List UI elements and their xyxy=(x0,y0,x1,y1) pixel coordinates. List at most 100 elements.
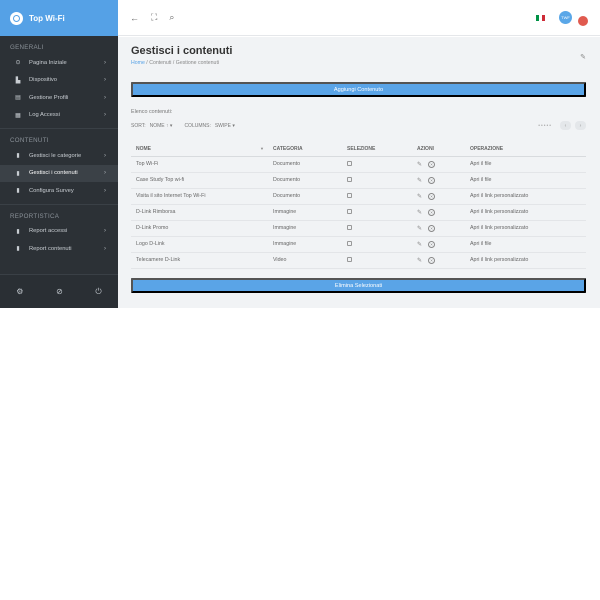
sidebar-item-label: Configura Survey xyxy=(29,187,74,194)
sidebar-menu: GENERALI ⊙ Pagina Iniziale › ▙ Dispositivo › ▤ G… xyxy=(0,36,118,258)
columns-control[interactable]: COLUMNS: SWIPE ▾ xyxy=(184,123,234,129)
edit-pencil-icon[interactable]: ✎ xyxy=(417,241,422,248)
chevron-right-icon: › xyxy=(104,112,106,119)
cell-nome: Case Study Top wi-fi xyxy=(131,172,268,189)
cell-operazione: Apri il file xyxy=(465,236,586,253)
list-controls: SORT: NOME ↑ ▾ COLUMNS: SWIPE ▾ xyxy=(131,123,235,129)
cell-nome: D-Link Promo xyxy=(131,220,268,237)
select-checkbox[interactable] xyxy=(347,209,352,215)
breadcrumb-item[interactable]: Contenuti xyxy=(149,60,171,66)
settings-icon[interactable]: ⚙ xyxy=(16,287,23,296)
chevron-right-icon: › xyxy=(104,77,106,84)
edit-pencil-icon[interactable]: ✎ xyxy=(417,257,422,264)
delete-circle-icon[interactable]: × xyxy=(428,160,436,168)
sidebar-item-label: Gestione Profili xyxy=(29,94,69,101)
device-icon: ▙ xyxy=(15,77,21,84)
sidebar-item[interactable]: ⊙ Pagina Iniziale › xyxy=(0,54,118,72)
select-checkbox[interactable] xyxy=(347,177,352,183)
col-header-selezione[interactable]: SELEZIONE xyxy=(342,142,412,157)
delete-selected-button[interactable]: Elimina Selezionati xyxy=(131,278,586,293)
table-row: D-Link Promo Immagine ✎ × Apri il link perso… xyxy=(131,220,586,237)
delete-circle-icon[interactable]: × xyxy=(428,176,436,184)
sidebar-item-label: Pagina Iniziale xyxy=(29,59,67,66)
edit-pencil-icon[interactable]: ✎ xyxy=(417,225,422,232)
fullscreen-icon[interactable]: ⛶ xyxy=(151,12,157,23)
col-header-nome[interactable]: NOME ▼ xyxy=(131,142,268,157)
table-row: D-Link Rimborsa Immagine ✎ × Apri il link pe… xyxy=(131,204,586,221)
sidebar-item[interactable]: ▦ Log Accessi › xyxy=(0,107,118,125)
prev-page-button[interactable]: ‹ xyxy=(560,121,571,130)
delete-circle-icon[interactable]: × xyxy=(428,192,436,200)
italian-flag-icon[interactable] xyxy=(536,14,545,21)
search-icon[interactable]: ⌕ xyxy=(169,12,174,23)
profile-icon: ▤ xyxy=(15,95,21,102)
power-icon[interactable]: ⏻ xyxy=(95,287,101,297)
select-checkbox[interactable] xyxy=(347,161,352,167)
sidebar-item[interactable]: ▮ Report accessi › xyxy=(0,223,118,241)
table-row: Telecamere D-Link Video ✎ × Apri il link per… xyxy=(131,252,586,269)
edit-pencil-icon[interactable]: ✎ xyxy=(417,193,422,200)
cell-azioni: ✎ × xyxy=(412,204,465,221)
select-checkbox[interactable] xyxy=(347,193,352,199)
edit-pencil-icon[interactable]: ✎ xyxy=(417,209,422,216)
select-checkbox[interactable] xyxy=(347,241,352,247)
cell-selezione xyxy=(342,188,412,205)
top-bar: ← ⛶ ⌕ TWF xyxy=(118,0,600,36)
delete-circle-icon[interactable]: × xyxy=(428,256,436,264)
lock-icon[interactable]: ⊘ xyxy=(56,287,63,296)
cell-selezione xyxy=(342,172,412,189)
sidebar-item[interactable]: ▮ Gestisci le categorie › xyxy=(0,147,118,165)
cell-azioni: ✎ × xyxy=(412,252,465,269)
wrench-icon[interactable]: ✎ xyxy=(580,53,586,61)
cell-operazione: Apri il link personalizzato xyxy=(465,252,586,269)
app-title: Top Wi-Fi xyxy=(29,13,65,23)
chevron-right-icon: › xyxy=(104,94,106,101)
cell-azioni: ✎ × xyxy=(412,220,465,237)
pagination: ••••• ‹ › xyxy=(538,121,586,130)
col-header-operazione[interactable]: OPERAZIONE xyxy=(465,142,586,157)
sidebar-item[interactable]: ▮ Configura Survey › xyxy=(0,182,118,200)
brand-header[interactable]: Top Wi-Fi xyxy=(0,0,118,36)
bookmark-icon: ▮ xyxy=(16,170,20,177)
delete-circle-icon[interactable]: × xyxy=(428,224,436,232)
user-menu-icon[interactable] xyxy=(578,15,588,26)
list-label: Elenco contenuti: xyxy=(131,109,173,115)
sidebar-item[interactable]: ▮ Report contenuti › xyxy=(0,240,118,258)
delete-circle-icon[interactable]: × xyxy=(428,240,436,248)
sidebar-item-label: Log Accessi xyxy=(29,112,60,119)
col-header-azioni: AZIONI xyxy=(412,142,465,157)
chevron-right-icon: › xyxy=(104,152,106,159)
bookmark-icon: ▮ xyxy=(16,153,20,160)
chevron-right-icon: › xyxy=(104,228,106,235)
cell-categoria: Documento xyxy=(268,172,342,189)
table-row: Visita il sito Internet Top Wi-Fi Documen… xyxy=(131,188,586,205)
sidebar-item[interactable]: ▮ Gestisci i contenuti › xyxy=(0,164,118,182)
delete-circle-icon[interactable]: × xyxy=(428,208,436,216)
log-icon: ▦ xyxy=(15,112,21,119)
cell-categoria: Video xyxy=(268,252,342,269)
breadcrumb-item: Gestione contenuti xyxy=(175,60,220,66)
cell-operazione: Apri il link personalizzato xyxy=(465,204,586,221)
cell-nome: Logo D-Link xyxy=(131,236,268,253)
cell-selezione xyxy=(342,236,412,253)
cell-azioni: ✎ × xyxy=(412,172,465,189)
cell-azioni: ✎ × xyxy=(412,188,465,205)
col-header-categoria[interactable]: CATEGORIA xyxy=(268,142,342,157)
select-checkbox[interactable] xyxy=(347,225,352,231)
cell-categoria: Immagine xyxy=(268,236,342,253)
sidebar-item[interactable]: ▙ Dispositivo › xyxy=(0,72,118,90)
next-page-button[interactable]: › xyxy=(575,121,586,130)
sidebar-section-title: GENERALI xyxy=(10,44,44,51)
select-checkbox[interactable] xyxy=(347,257,352,263)
cell-selezione xyxy=(342,252,412,269)
cell-operazione: Apri il file xyxy=(465,156,586,173)
edit-pencil-icon[interactable]: ✎ xyxy=(417,177,422,184)
breadcrumb-home[interactable]: Home xyxy=(131,60,145,66)
sidebar-item[interactable]: ▤ Gestione Profili › xyxy=(0,89,118,107)
avatar[interactable]: TWF xyxy=(559,11,572,24)
sort-control[interactable]: SORT: NOME ↑ ▾ xyxy=(131,123,172,129)
add-content-button[interactable]: Aggiungi Contenuto xyxy=(131,82,586,97)
edit-pencil-icon[interactable]: ✎ xyxy=(417,161,422,168)
sidebar: Top Wi-Fi GENERALI ⊙ Pagina Iniziale › ▙ Disp… xyxy=(0,0,118,308)
back-arrow-icon[interactable]: ← xyxy=(130,13,139,23)
